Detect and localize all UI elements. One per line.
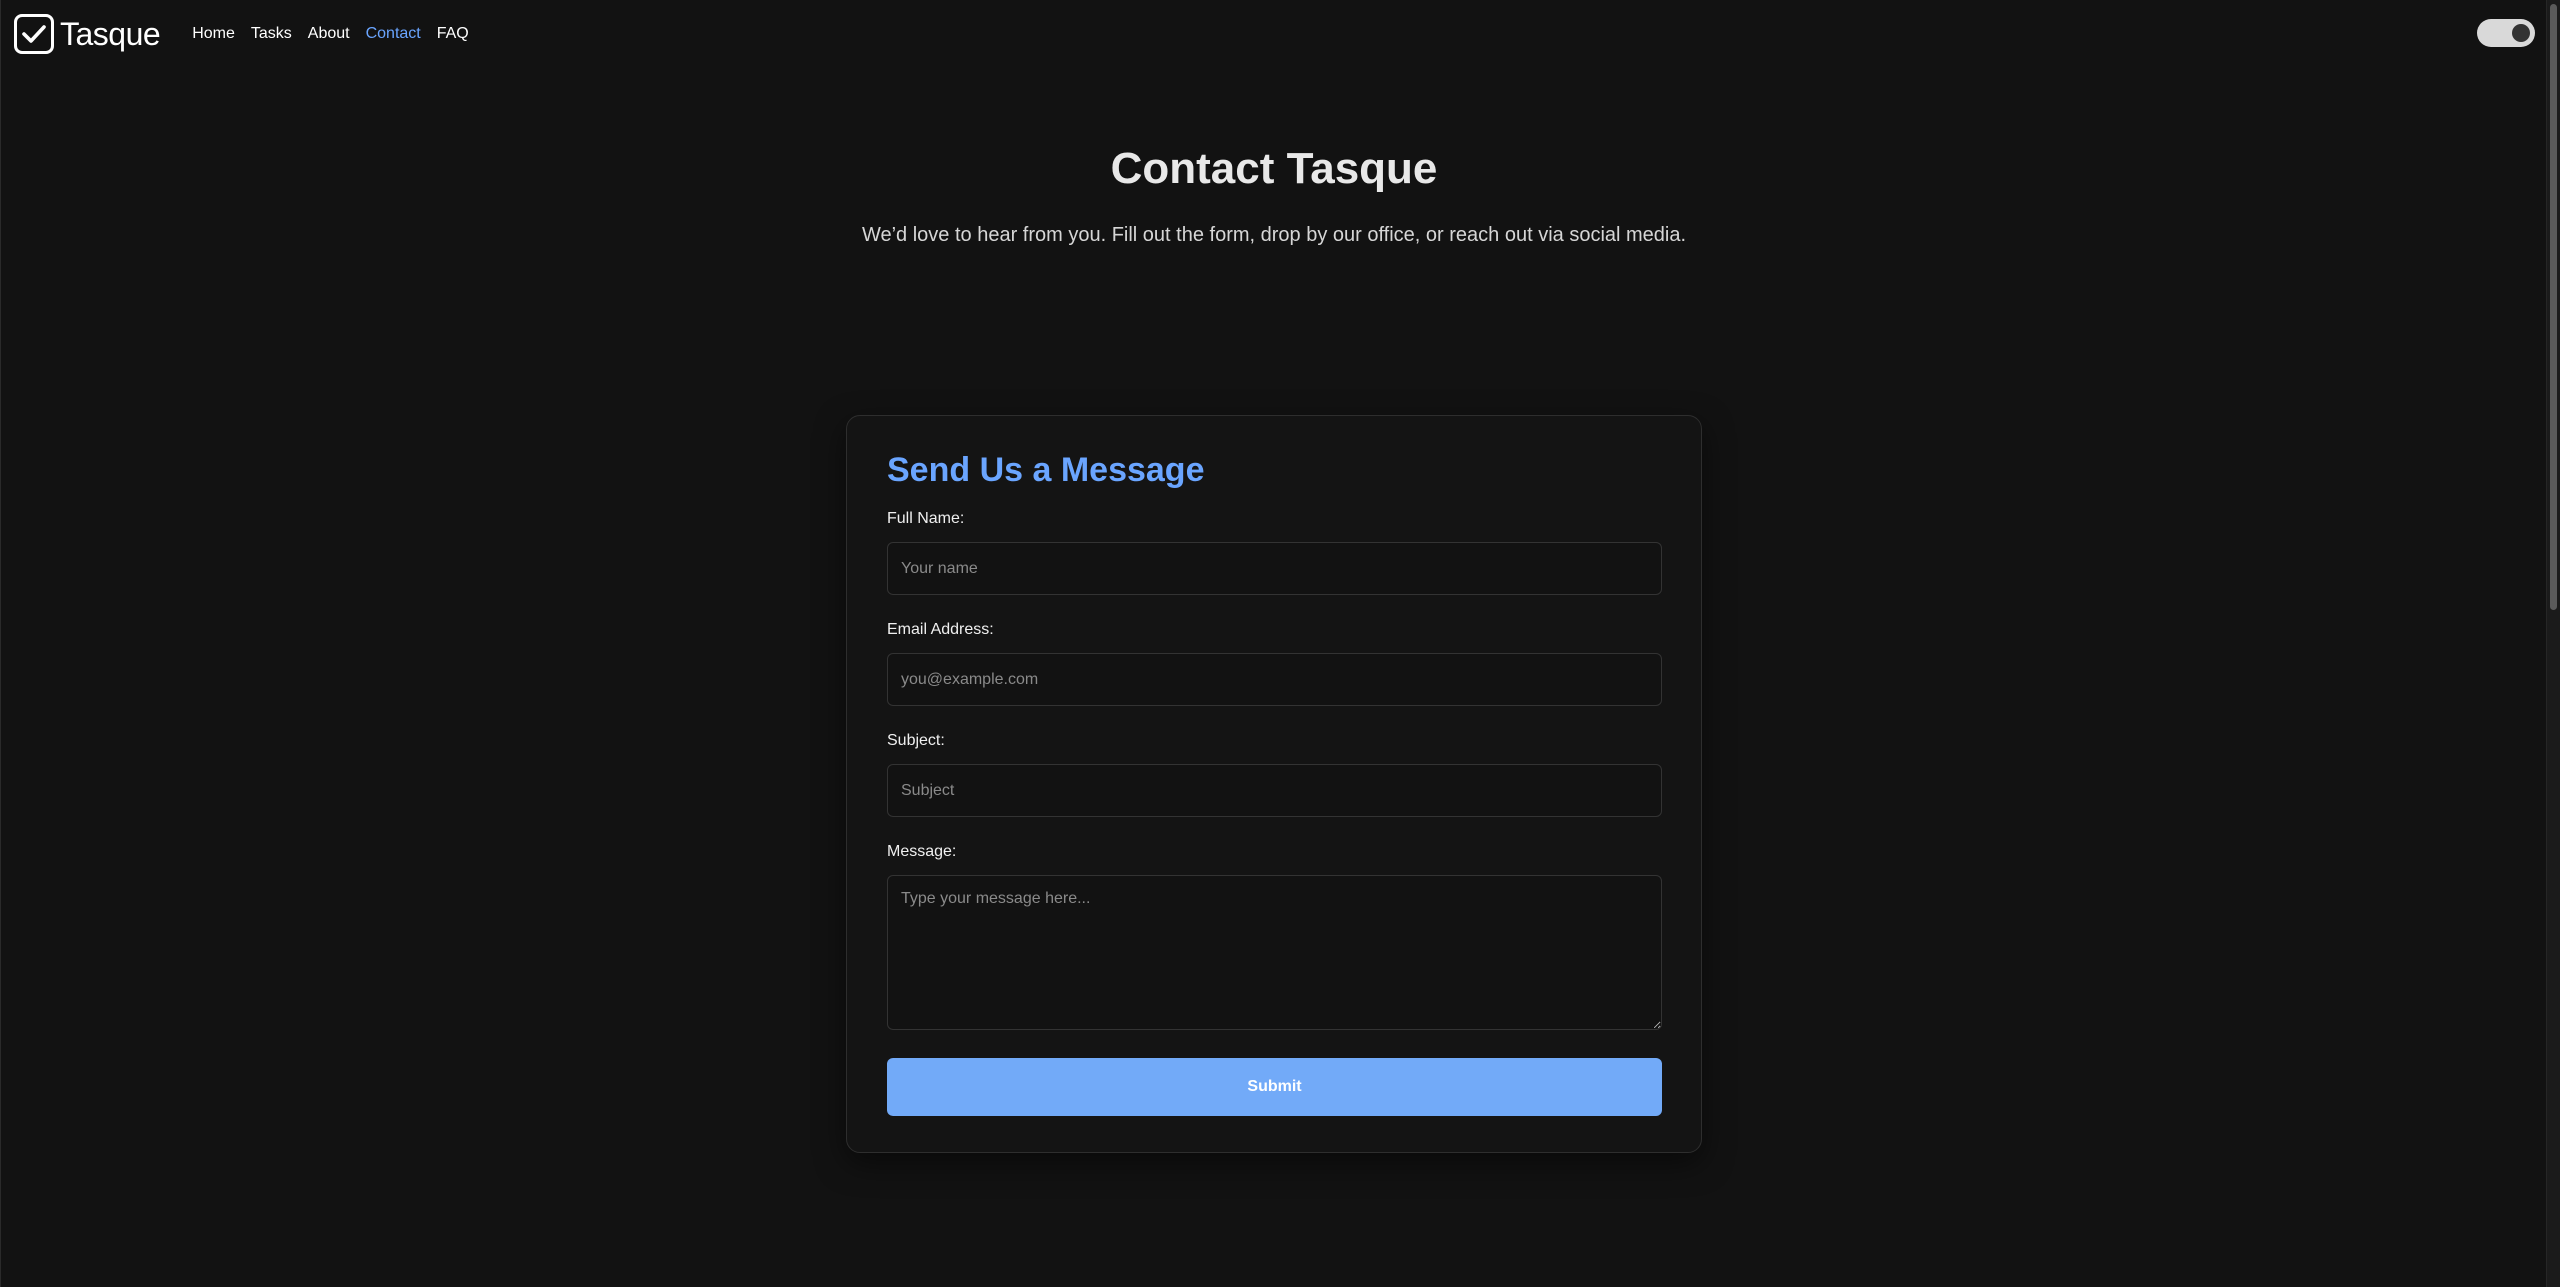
email-label: Email Address: <box>887 621 994 638</box>
subject-field-group: Subject: <box>887 732 1662 817</box>
page-scrollbar[interactable] <box>2546 0 2560 1287</box>
nav-link-tasks[interactable]: Tasks <box>251 25 292 43</box>
email-input[interactable] <box>887 653 1662 706</box>
nav-link-contact[interactable]: Contact <box>366 25 421 43</box>
toggle-knob <box>2512 24 2530 42</box>
contact-form-card: Send Us a Message Full Name: Email Addre… <box>846 415 1702 1153</box>
name-field-group: Full Name: <box>887 510 1662 595</box>
full-name-input[interactable] <box>887 542 1662 595</box>
page-subtitle: We’d love to hear from you. Fill out the… <box>861 224 1687 246</box>
navbar: Tasque Home Tasks About Contact FAQ <box>1 0 2547 68</box>
checkbox-check-icon <box>14 14 54 54</box>
nav-link-faq[interactable]: FAQ <box>437 25 469 43</box>
page: Tasque Home Tasks About Contact FAQ Cont… <box>0 0 2560 1287</box>
email-field-group: Email Address: <box>887 621 1662 706</box>
name-label: Full Name: <box>887 510 965 527</box>
message-textarea[interactable] <box>887 875 1662 1030</box>
subject-label: Subject: <box>887 732 945 749</box>
brand-logo-link[interactable]: Tasque <box>14 14 161 54</box>
form-title: Send Us a Message <box>887 451 1205 489</box>
hero-section: Contact Tasque We’d love to hear from yo… <box>1 144 2547 247</box>
nav-link-about[interactable]: About <box>308 25 350 43</box>
nav-links: Home Tasks About Contact FAQ <box>192 25 485 43</box>
theme-toggle[interactable] <box>2477 19 2535 47</box>
submit-button[interactable]: Submit <box>887 1058 1662 1116</box>
subject-input[interactable] <box>887 764 1662 817</box>
message-field-group: Message: <box>887 843 1662 1035</box>
brand-name: Tasque <box>60 15 161 52</box>
scrollbar-thumb[interactable] <box>2550 4 2557 610</box>
nav-link-home[interactable]: Home <box>192 25 235 43</box>
page-title: Contact Tasque <box>1110 144 1438 193</box>
message-label: Message: <box>887 843 957 860</box>
